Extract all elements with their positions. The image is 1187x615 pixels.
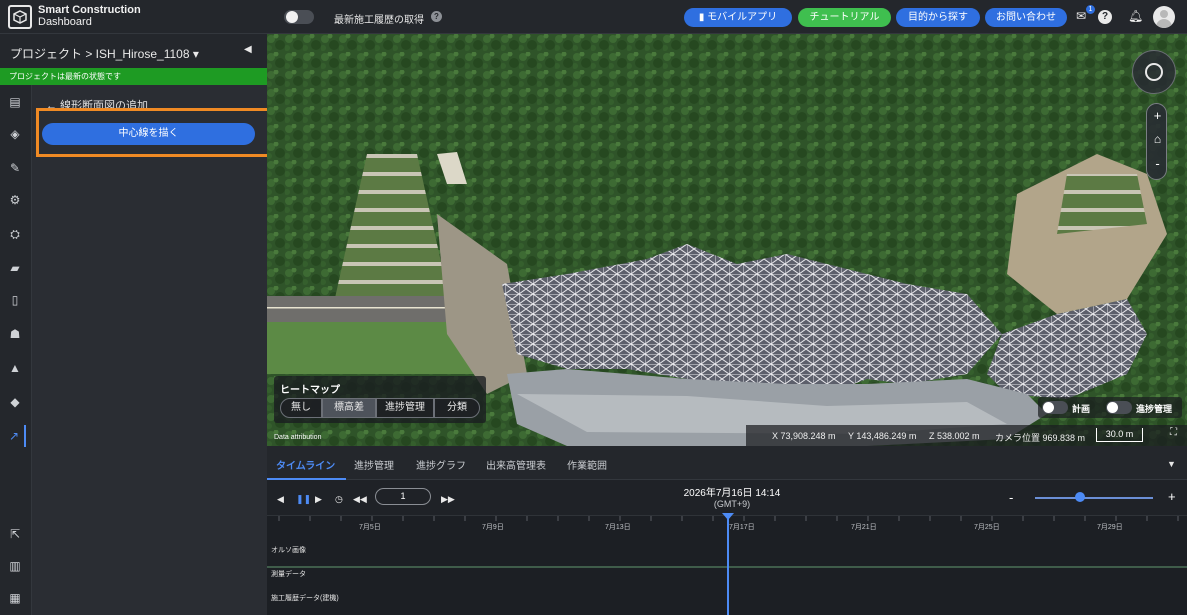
people-icon[interactable]: ☗	[4, 323, 26, 345]
coord-z: Z 538.002 m	[929, 431, 980, 441]
tick-label: 7月21日	[851, 524, 877, 531]
heatmap-option-progress[interactable]: 進捗管理	[376, 398, 434, 418]
tutorial-button[interactable]: チュートリアル	[798, 8, 891, 27]
tab-volume-table[interactable]: 出来高管理表	[486, 457, 546, 472]
plan-toggle[interactable]	[1042, 401, 1068, 414]
home-view-icon[interactable]: ⌂	[1147, 132, 1168, 146]
mobile-icon: ▮	[698, 12, 708, 23]
fast-forward-icon[interactable]: ▶▶	[441, 494, 455, 505]
timeline-zoom-slider[interactable]	[1035, 497, 1153, 499]
play-icon[interactable]: ▶	[315, 494, 322, 505]
current-datetime: 2026年7月16日 14:14	[683, 488, 781, 499]
brand-line2: Dashboard	[38, 16, 92, 28]
mobile-app-button[interactable]: ▮ モバイルアプリ	[684, 8, 792, 27]
pause-icon[interactable]: ❚❚	[296, 494, 311, 505]
dashboard-icon[interactable]: ▤	[4, 91, 26, 113]
bell-icon[interactable]: 🔔︎	[1128, 9, 1143, 23]
heatmap-option-classification[interactable]: 分類	[434, 398, 480, 418]
paint-bucket-icon[interactable]: ◆	[4, 391, 26, 413]
user-avatar[interactable]	[1153, 6, 1175, 28]
progress-toggle-label: 進捗管理	[1136, 404, 1173, 414]
history-help-icon[interactable]: ?	[431, 11, 442, 22]
left-icon-rail: ▤ ◈ ✎ ⚙ ⛭ ▰ ▯ ☗ ▲ ◆ ↗ ⇱ ▥ ▦	[0, 85, 32, 615]
contact-button[interactable]: お問い合わせ	[985, 8, 1067, 27]
find-by-purpose-button[interactable]: 目的から探す	[896, 8, 980, 27]
zoom-out-button[interactable]: -	[1147, 156, 1168, 171]
zoom-in-button[interactable]: +	[1147, 108, 1168, 123]
external-link-icon[interactable]: ⇱	[4, 523, 26, 545]
heatmap-panel: ヒートマップ 無し 標高差 進捗管理 分類	[274, 376, 486, 423]
plan-toggle-label: 計画	[1072, 404, 1091, 414]
app-root: Smart Construction Dashboard 最新施工履歴の取得 ?…	[0, 0, 1187, 615]
timeline-tabs: タイムライン 進捗管理 進捗グラフ 出来高管理表 作業範囲 ▼	[267, 446, 1187, 480]
notification-mail-icon[interactable]: ✉	[1076, 9, 1086, 23]
settings-gear-icon[interactable]: ⚙	[4, 189, 26, 211]
layers-icon[interactable]: ◈	[4, 123, 26, 145]
timeline-cursor-handle[interactable]	[722, 513, 734, 520]
map-zoom-control: + ⌂ -	[1146, 103, 1167, 180]
shapes-icon[interactable]: ▲	[4, 357, 26, 379]
project-selector-row: プロジェクト > ISH_Hirose_1108 ▾ ◀	[0, 34, 267, 68]
camera-position: カメラ位置 969.838 m	[995, 433, 1086, 443]
heatmap-option-elevation-diff[interactable]: 標高差	[322, 398, 376, 418]
scale-bar: 30.0 m	[1096, 428, 1143, 442]
latest-history-label: 最新施工履歴の取得	[334, 15, 424, 26]
document-icon[interactable]: ▥	[4, 555, 26, 577]
heatmap-title: ヒートマップ	[280, 385, 340, 396]
heatmap-option-none[interactable]: 無し	[280, 398, 322, 418]
mobile-app-label: モバイルアプリ	[707, 12, 778, 23]
project-breadcrumb[interactable]: プロジェクト > ISH_Hirose_1108 ▾	[10, 45, 199, 62]
tick-label: 7月9日	[482, 524, 504, 531]
tick-label: 7月17日	[729, 524, 755, 531]
step-back-icon[interactable]: ◀	[277, 494, 284, 505]
tab-work-area[interactable]: 作業範囲	[567, 457, 607, 472]
machinery-icon[interactable]: ⛭	[4, 223, 26, 245]
clock-icon[interactable]: ◷	[335, 494, 343, 505]
tab-timeline[interactable]: タイムライン	[276, 457, 335, 472]
tab-progress-graph[interactable]: 進捗グラフ	[416, 457, 466, 472]
compass-navigator[interactable]	[1132, 50, 1176, 94]
linear-section-chart-icon[interactable]: ↗	[4, 425, 26, 447]
report-icon[interactable]: ▦	[4, 587, 26, 609]
measure-tools-icon[interactable]: ✎	[4, 157, 26, 179]
app-logo-icon[interactable]	[8, 5, 32, 29]
notification-badge: 1	[1086, 5, 1095, 14]
row-label-ortho: オルソ画像	[271, 547, 306, 554]
timeline-zoom-out-button[interactable]: -	[1009, 490, 1013, 505]
timeline-section: タイムライン 進捗管理 進捗グラフ 出来高管理表 作業範囲 ▼ ◀ ❚❚ ▶ ◷…	[267, 446, 1187, 615]
tick-label: 7月29日	[1097, 524, 1123, 531]
tick-label: 7月13日	[605, 524, 631, 531]
timeline-zoom-in-button[interactable]: +	[1168, 489, 1176, 504]
help-icon[interactable]: ?	[1098, 10, 1112, 24]
coord-y: Y 143,486.249 m	[848, 431, 917, 441]
project-status-bar: プロジェクトは最新の状態です	[0, 68, 267, 85]
rewind-icon[interactable]: ◀◀	[353, 494, 367, 505]
folder-icon[interactable]: ▰	[4, 257, 26, 279]
timeline-cursor[interactable]	[727, 515, 729, 615]
progress-toggle[interactable]	[1106, 401, 1132, 414]
playback-speed-input[interactable]: 1	[375, 488, 431, 505]
timeline-zoom-slider-handle[interactable]	[1075, 492, 1085, 502]
collapse-timeline-icon[interactable]: ▼	[1167, 459, 1176, 469]
row-label-survey: 測量データ	[271, 571, 306, 578]
coord-x: X 73,908.248 m	[772, 431, 836, 441]
map-layer-toggles: 計画 進捗管理	[1038, 397, 1182, 418]
collapse-panel-icon[interactable]: ◀	[244, 44, 252, 55]
playback-controls: ◀ ❚❚ ▶ ◷ ◀◀ 1 ▶▶ 2026年7月16日 14:14 (GMT+9…	[267, 480, 1187, 515]
annotation-highlight-box	[36, 108, 274, 157]
latest-history-toggle[interactable]	[284, 10, 314, 24]
tick-label: 7月5日	[359, 524, 381, 531]
compass-icon[interactable]	[1145, 63, 1163, 81]
brand-name: Smart Construction Dashboard	[38, 4, 141, 28]
device-icon[interactable]: ▯	[4, 289, 26, 311]
fullscreen-icon[interactable]: ⛶	[1170, 427, 1177, 438]
tick-label: 7月25日	[974, 524, 1000, 531]
top-header: Smart Construction Dashboard 最新施工履歴の取得 ?…	[0, 0, 1187, 34]
tab-progress[interactable]: 進捗管理	[354, 457, 394, 472]
timezone-label: (GMT+9)	[713, 499, 751, 509]
linear-section-panel: ← 線形断面図の追加 中心線を描く	[32, 85, 267, 615]
data-attribution-link[interactable]: Data attribution	[274, 434, 321, 441]
row-label-machine-history: 施工履歴データ(建機)	[271, 595, 339, 602]
brand-line1: Smart Construction	[38, 4, 141, 16]
